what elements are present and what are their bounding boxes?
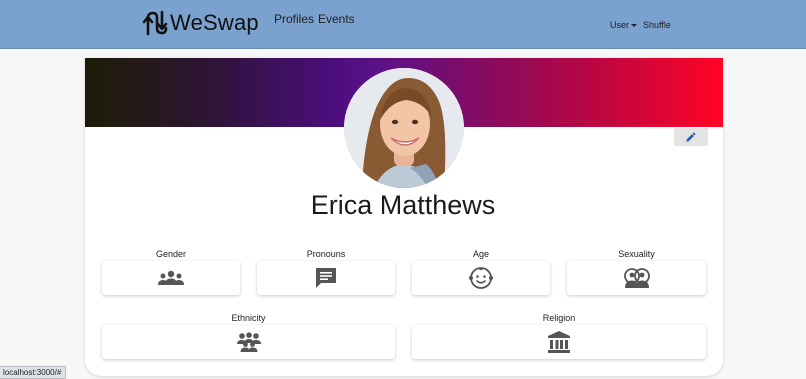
sexuality-label: Sexuality [618,249,655,259]
ethnicity-label: Ethnicity [231,313,266,323]
brand-logo[interactable]: WeSwap [142,10,259,36]
diverse-people-icon [236,332,261,352]
gender-tile[interactable] [102,261,240,295]
avatar [344,68,464,188]
nav-link-events[interactable]: Events [318,12,355,26]
swap-arrows-icon [142,10,168,36]
pronouns-label: Pronouns [306,249,346,259]
user-dropdown-label: User [610,20,630,30]
edit-profile-button[interactable] [674,128,708,146]
religion-label: Religion [542,313,576,323]
pencil-icon [686,132,696,142]
sexuality-tile[interactable] [567,261,706,295]
baby-face-icon [469,267,493,289]
user-dropdown[interactable]: User [610,20,638,30]
nav-link-profiles[interactable]: Profiles [274,12,314,26]
religion-tile[interactable] [412,325,706,359]
caret-down-icon [631,23,638,27]
nav-link-shuffle[interactable]: Shuffle [643,20,671,30]
couple-icon [623,268,650,288]
age-label: Age [472,249,489,259]
avatar-photo [344,68,464,188]
gender-label: Gender [155,249,187,259]
pronouns-tile[interactable] [257,261,395,295]
age-tile[interactable] [412,261,550,295]
browser-status-url: localhost:3000/# [0,366,66,379]
speech-bubble-icon [316,268,336,288]
profile-name: Erica Matthews [310,190,496,220]
top-navbar: WeSwap Profiles Events User Shuffle [0,0,806,49]
people-group-icon [158,270,184,285]
ethnicity-tile[interactable] [102,325,395,359]
brand-name: WeSwap [170,10,259,35]
institution-icon [548,331,570,353]
